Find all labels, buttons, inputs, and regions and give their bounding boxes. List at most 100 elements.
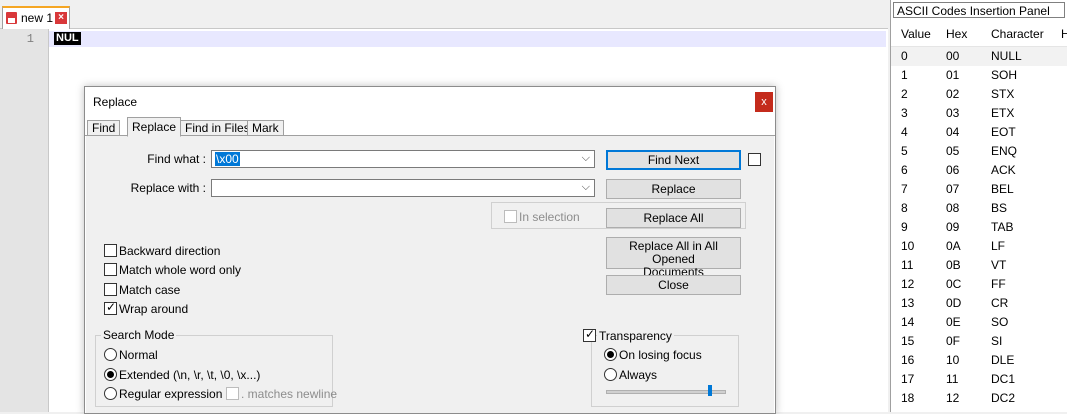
ascii-row[interactable]: 13 0D CR [891,294,1067,313]
ascii-value: 13 [901,296,915,310]
ascii-hex: 00 [946,49,960,63]
ascii-hex: 06 [946,163,960,177]
always-radio[interactable] [604,368,617,381]
column-header-character[interactable]: Character [991,27,1044,41]
always-label: Always [619,368,658,382]
ascii-character: FF [991,277,1006,291]
replace-with-label: Replace with : [130,181,206,195]
replace-tab-panel: Find what : \x00 ⌵ Replace with : ⌵ Find… [86,136,774,413]
column-header-value[interactable]: Value [901,27,931,41]
ascii-character: VT [991,258,1007,272]
search-mode-extended-radio[interactable] [104,368,117,381]
ascii-row[interactable]: 1 01 SOH [891,66,1067,85]
match-whole-word-checkbox[interactable] [104,263,117,276]
transparency-slider-thumb[interactable] [708,385,712,396]
replace-all-in-opened-documents-button[interactable]: Replace All in All Opened Documents [606,237,741,279]
close-button[interactable]: Close [606,275,741,295]
tab-new-1[interactable]: new 1 × [2,6,70,29]
match-case-label: Match case [119,283,181,297]
ascii-hex: 0E [946,315,961,329]
column-header-html[interactable]: H [1061,27,1067,41]
find-what-input[interactable]: \x00 ⌵ [211,150,595,168]
chevron-down-icon[interactable]: ⌵ [582,181,590,194]
ascii-row[interactable]: 18 12 DC2 [891,389,1067,408]
search-mode-regex-label: Regular expression [119,387,223,401]
in-selection-label: In selection [519,210,580,224]
matches-newline-checkbox[interactable] [226,387,239,400]
ascii-hex: 01 [946,68,960,82]
ascii-row[interactable]: 17 11 DC1 [891,370,1067,389]
find-next-button[interactable]: Find Next [606,150,741,170]
match-whole-word-label: Match whole word only [119,263,242,277]
ascii-hex: 12 [946,391,960,405]
ascii-row[interactable]: 0 00 NULL [891,47,1067,66]
ascii-row[interactable]: 3 03 ETX [891,104,1067,123]
replace-all-opened-line1: Replace All in All Opened [629,239,718,266]
in-selection-checkbox[interactable] [504,210,517,223]
match-case-checkbox[interactable] [104,283,117,296]
ascii-codes-panel: ASCII Codes Insertion Panel Value Hex Ch… [890,0,1067,412]
ascii-value: 16 [901,353,915,367]
ascii-row[interactable]: 15 0F SI [891,332,1067,351]
tab-find[interactable]: Find [87,120,121,135]
ascii-row[interactable]: 10 0A LF [891,237,1067,256]
current-line-highlight [49,31,886,47]
find-next-option-checkbox[interactable] [748,153,761,166]
ascii-value: 4 [901,125,908,139]
column-header-hex[interactable]: Hex [946,27,967,41]
backward-direction-checkbox[interactable] [104,244,117,257]
line-number-gutter: 1 [0,29,49,412]
ascii-character: BS [991,201,1008,215]
wrap-around-checkbox[interactable] [104,300,117,315]
ascii-value: 18 [901,391,915,405]
ascii-table-header: Value Hex Character H [891,24,1067,47]
ascii-value: 9 [901,220,908,234]
tab-mark[interactable]: Mark [247,120,284,135]
dialog-title: Replace [93,95,138,109]
ascii-character: SI [991,334,1003,348]
tab-label: new 1 [21,11,54,25]
ascii-value: 11 [901,258,914,272]
search-mode-regex-radio[interactable] [104,387,117,400]
replace-button[interactable]: Replace [606,179,741,199]
unsaved-file-icon [6,12,17,24]
ascii-row[interactable]: 7 07 BEL [891,180,1067,199]
ascii-row[interactable]: 12 0C FF [891,275,1067,294]
ascii-character: NULL [991,49,1022,63]
ascii-row[interactable]: 11 0B VT [891,256,1067,275]
ascii-character: DLE [991,353,1015,367]
ascii-row[interactable]: 2 02 STX [891,85,1067,104]
ascii-hex: 05 [946,144,960,158]
ascii-character: TAB [991,220,1014,234]
ascii-hex: 11 [946,372,959,386]
transparency-checkbox[interactable] [583,327,596,342]
ascii-row[interactable]: 8 08 BS [891,199,1067,218]
ascii-row[interactable]: 9 09 TAB [891,218,1067,237]
dialog-close-button[interactable]: x [755,92,773,112]
ascii-value: 6 [901,163,908,177]
matches-newline-label: . matches newline [241,387,338,401]
ascii-row[interactable]: 16 10 DLE [891,351,1067,370]
ascii-row[interactable]: 14 0E SO [891,313,1067,332]
chevron-down-icon[interactable]: ⌵ [582,152,590,165]
ascii-hex: 0F [946,334,961,348]
find-what-label: Find what : [147,152,206,166]
tab-close-icon[interactable]: × [55,12,67,24]
ascii-hex: 0C [946,277,962,291]
replace-with-input[interactable]: ⌵ [211,179,595,197]
tab-replace[interactable]: Replace [127,117,182,137]
search-mode-normal-radio[interactable] [104,348,117,361]
tab-find-in-files[interactable]: Find in Files [180,120,255,135]
on-losing-focus-radio[interactable] [604,348,617,361]
ascii-row[interactable]: 6 06 ACK [891,161,1067,180]
ascii-value: 0 [901,49,908,63]
ascii-character: ENQ [991,144,1018,158]
ascii-character: STX [991,87,1015,101]
ascii-value: 1 [901,68,908,82]
transparency-title: Transparency [597,329,674,343]
replace-all-button[interactable]: Replace All [606,208,741,228]
ascii-row[interactable]: 5 05 ENQ [891,142,1067,161]
ascii-row[interactable]: 4 04 EOT [891,123,1067,142]
ascii-panel-title: ASCII Codes Insertion Panel [893,2,1065,18]
ascii-hex: 0B [946,258,961,272]
